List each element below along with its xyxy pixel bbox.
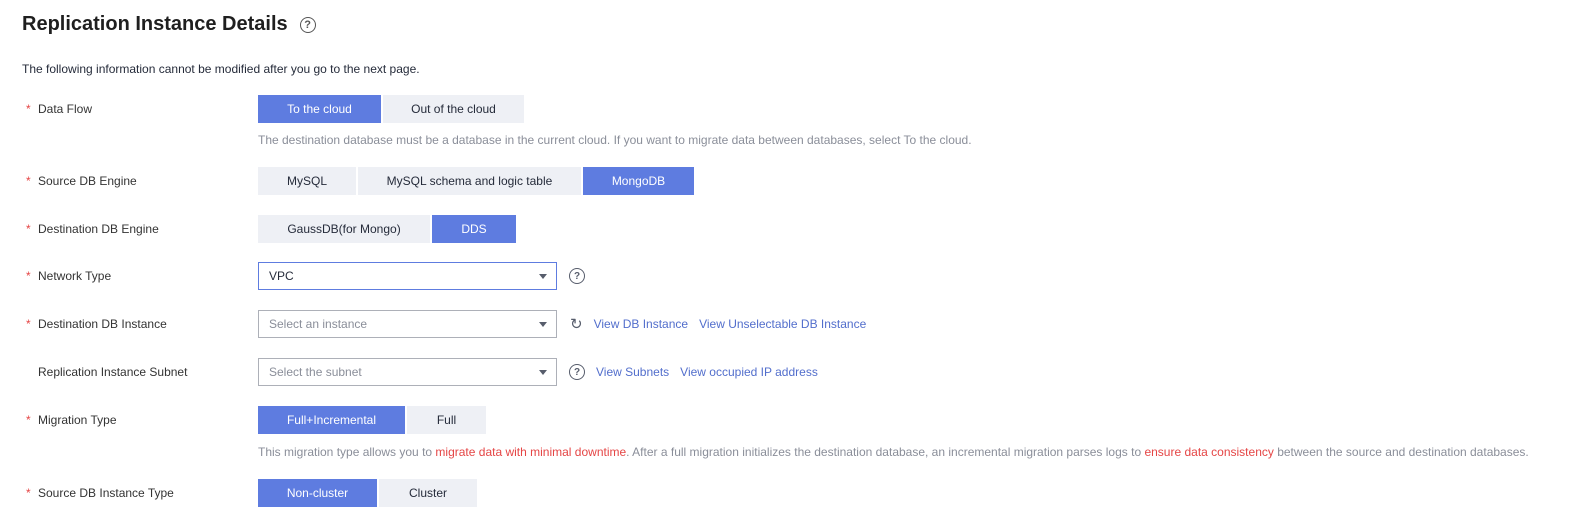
required-mark: * <box>26 486 31 500</box>
network-type-select[interactable]: VPC <box>258 262 557 290</box>
option-mysql-schema-logic-table[interactable]: MySQL schema and logic table <box>358 167 581 195</box>
dest-instance-placeholder: Select an instance <box>269 317 368 331</box>
source-instance-type-selector: Non-cluster Cluster <box>258 479 479 507</box>
subnet-placeholder: Select the subnet <box>269 365 362 379</box>
option-to-the-cloud[interactable]: To the cloud <box>258 95 381 123</box>
dest-instance-select[interactable]: Select an instance <box>258 310 557 338</box>
view-db-instance-link[interactable]: View DB Instance <box>594 317 689 331</box>
network-type-value: VPC <box>269 269 294 283</box>
chevron-down-icon <box>539 274 547 279</box>
option-out-of-the-cloud[interactable]: Out of the cloud <box>383 95 524 123</box>
page-title-text: Replication Instance Details <box>22 13 288 35</box>
data-flow-selector: To the cloud Out of the cloud <box>258 95 526 123</box>
data-flow-hint: The destination database must be a datab… <box>258 133 972 147</box>
refresh-icon[interactable]: ↻ <box>570 317 583 332</box>
subnet-select[interactable]: Select the subnet <box>258 358 557 386</box>
highlight-data-consistency: ensure data consistency <box>1144 445 1274 459</box>
network-type-aux: ? <box>569 262 585 290</box>
view-subnets-link[interactable]: View Subnets <box>596 365 669 379</box>
option-non-cluster[interactable]: Non-cluster <box>258 479 377 507</box>
required-mark: * <box>26 222 31 236</box>
option-mongodb[interactable]: MongoDB <box>583 167 694 195</box>
chevron-down-icon <box>539 370 547 375</box>
required-mark: * <box>26 102 31 116</box>
page-title: Replication Instance Details ? <box>22 13 316 36</box>
data-flow-label: * Data Flow <box>26 102 93 116</box>
highlight-minimal-downtime: migrate data with minimal downtime <box>435 445 627 459</box>
view-occupied-ip-link[interactable]: View occupied IP address <box>680 365 818 379</box>
subnet-aux: ? View Subnets View occupied IP address <box>569 358 818 386</box>
migration-type-selector: Full+Incremental Full <box>258 406 488 434</box>
option-full-incremental[interactable]: Full+Incremental <box>258 406 405 434</box>
question-circle-icon[interactable]: ? <box>569 268 585 284</box>
dest-engine-label: * Destination DB Engine <box>26 222 159 236</box>
chevron-down-icon <box>539 322 547 327</box>
title-help-icon[interactable]: ? <box>299 16 316 33</box>
option-cluster[interactable]: Cluster <box>379 479 477 507</box>
view-unselectable-instance-link[interactable]: View Unselectable DB Instance <box>699 317 866 331</box>
migration-type-label: * Migration Type <box>26 413 117 427</box>
network-type-label: * Network Type <box>26 269 112 283</box>
required-mark: * <box>26 317 31 331</box>
required-mark: * <box>26 174 31 188</box>
migration-type-hint: This migration type allows you to migrat… <box>258 445 1529 459</box>
option-dds[interactable]: DDS <box>432 215 516 243</box>
subnet-label: Replication Instance Subnet <box>38 365 188 379</box>
dest-instance-label: * Destination DB Instance <box>26 317 167 331</box>
option-full[interactable]: Full <box>407 406 486 434</box>
source-engine-selector: MySQL MySQL schema and logic table Mongo… <box>258 167 696 195</box>
option-mysql[interactable]: MySQL <box>258 167 356 195</box>
immutable-note: The following information cannot be modi… <box>22 62 420 76</box>
option-gaussdb-mongo[interactable]: GaussDB(for Mongo) <box>258 215 430 243</box>
dest-instance-aux: ↻ View DB Instance View Unselectable DB … <box>570 310 866 338</box>
required-mark: * <box>26 269 31 283</box>
question-circle-icon[interactable]: ? <box>569 364 585 380</box>
required-mark: * <box>26 413 31 427</box>
source-instance-type-label: * Source DB Instance Type <box>26 486 174 500</box>
source-engine-label: * Source DB Engine <box>26 174 137 188</box>
dest-engine-selector: GaussDB(for Mongo) DDS <box>258 215 518 243</box>
